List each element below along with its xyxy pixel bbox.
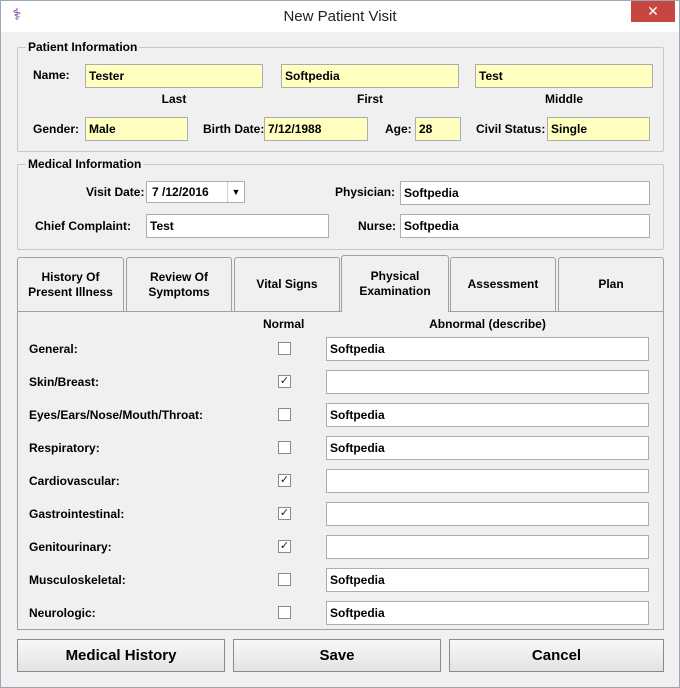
gender-field[interactable]: Male [85,117,188,141]
civil-status-label: Civil Status: [476,122,546,136]
normal-checkbox-cardiovascular[interactable]: ✓ [278,474,291,487]
tab-label-line1: Vital Signs [256,277,318,291]
tab-vital-signs[interactable]: Vital Signs [234,257,340,311]
abnormal-field-eyes-ears[interactable]: Softpedia [326,403,649,427]
age-label: Age: [385,122,412,136]
window: ⚕ New Patient Visit ✕ Patient Informatio… [0,0,680,688]
normal-checkbox-musculoskeletal[interactable] [278,573,291,586]
gender-label: Gender: [33,122,80,136]
abnormal-field-respiratory[interactable]: Softpedia [326,436,649,460]
chief-complaint-label: Chief Complaint: [35,219,131,233]
civil-status-field[interactable]: Single [547,117,650,141]
tab-history-of-present-illness[interactable]: History Of Present Illness [17,257,124,311]
chief-complaint-field[interactable]: Test [146,214,329,238]
nurse-label: Nurse: [358,219,397,233]
tab-label-line1: Assessment [467,277,539,291]
abnormal-field-musculoskeletal[interactable]: Softpedia [326,568,649,592]
physician-label: Physician: [335,185,396,199]
visit-date-picker[interactable]: 7 /12/2016 ▼ [146,181,245,203]
middle-caption: Middle [545,92,583,106]
medical-history-button[interactable]: Medical History [17,639,225,672]
tab-physical-examination[interactable]: Physical Examination [341,255,449,312]
normal-checkbox-neurologic[interactable] [278,606,291,619]
close-button[interactable]: ✕ [631,1,675,22]
tab-label-line1: Review Of [149,269,208,284]
abnormal-field-neurologic[interactable]: Softpedia [326,601,649,625]
row-label-eyes-ears: Eyes/Ears/Nose/Mouth/Throat: [29,408,204,422]
medical-info-legend: Medical Information [26,157,144,171]
title-bar: ⚕ New Patient Visit ✕ [1,1,679,32]
name-label: Name: [33,68,70,82]
abnormal-header: Abnormal (describe) [429,317,546,331]
abnormal-field-general[interactable]: Softpedia [326,337,649,361]
patient-info-legend: Patient Information [26,40,140,54]
middle-name-field[interactable]: Test [475,64,653,88]
tab-label-line1: History Of [41,269,100,284]
tab-label-line1: Plan [598,277,624,291]
nurse-field[interactable]: Softpedia [400,214,650,238]
normal-checkbox-genitourinary[interactable]: ✓ [278,540,291,553]
normal-checkbox-general[interactable] [278,342,291,355]
abnormal-field-gastrointestinal[interactable] [326,502,649,526]
normal-checkbox-gastrointestinal[interactable]: ✓ [278,507,291,520]
age-field[interactable]: 28 [415,117,461,141]
window-title: New Patient Visit [283,8,397,25]
row-label-neurologic: Neurologic: [29,606,96,620]
last-name-field[interactable]: Tester [85,64,263,88]
tab-plan[interactable]: Plan [558,257,664,311]
physician-field[interactable]: Softpedia [400,181,650,205]
first-caption: First [356,92,383,106]
abnormal-field-cardiovascular[interactable] [326,469,649,493]
row-label-respiratory: Respiratory: [29,441,100,455]
visit-date-label: Visit Date: [86,185,145,199]
row-label-cardiovascular: Cardiovascular: [29,474,120,488]
first-name-field[interactable]: Softpedia [281,64,459,88]
birth-date-label: Birth Date: [203,122,265,136]
row-label-musculoskeletal: Musculoskeletal: [29,573,126,587]
birth-date-field[interactable]: 7/12/1988 [264,117,368,141]
last-caption: Last [161,92,187,106]
save-button[interactable]: Save [233,639,441,672]
chevron-down-icon[interactable]: ▼ [227,182,244,202]
abnormal-field-skin-breast[interactable] [326,370,649,394]
tab-label-line1: Physical [370,269,420,283]
tab-label-line2: Examination [359,284,431,298]
tab-label-line2: Present Illness [28,284,113,299]
visit-date-value: 7 /12/2016 [152,185,209,199]
tab-label-line2: Symptoms [148,284,210,299]
normal-checkbox-respiratory[interactable] [278,441,291,454]
row-label-gastrointestinal: Gastrointestinal: [29,507,125,521]
row-label-general: General: [29,342,78,356]
abnormal-field-genitourinary[interactable] [326,535,649,559]
normal-checkbox-skin-breast[interactable]: ✓ [278,375,291,388]
normal-header: Normal [263,317,305,331]
tab-assessment[interactable]: Assessment [450,257,556,311]
row-label-genitourinary: Genitourinary: [29,540,112,554]
row-label-skin-breast: Skin/Breast: [29,375,100,389]
normal-checkbox-eyes-ears[interactable] [278,408,291,421]
cancel-button[interactable]: Cancel [449,639,664,672]
tab-review-of-symptoms[interactable]: Review Of Symptoms [126,257,232,311]
